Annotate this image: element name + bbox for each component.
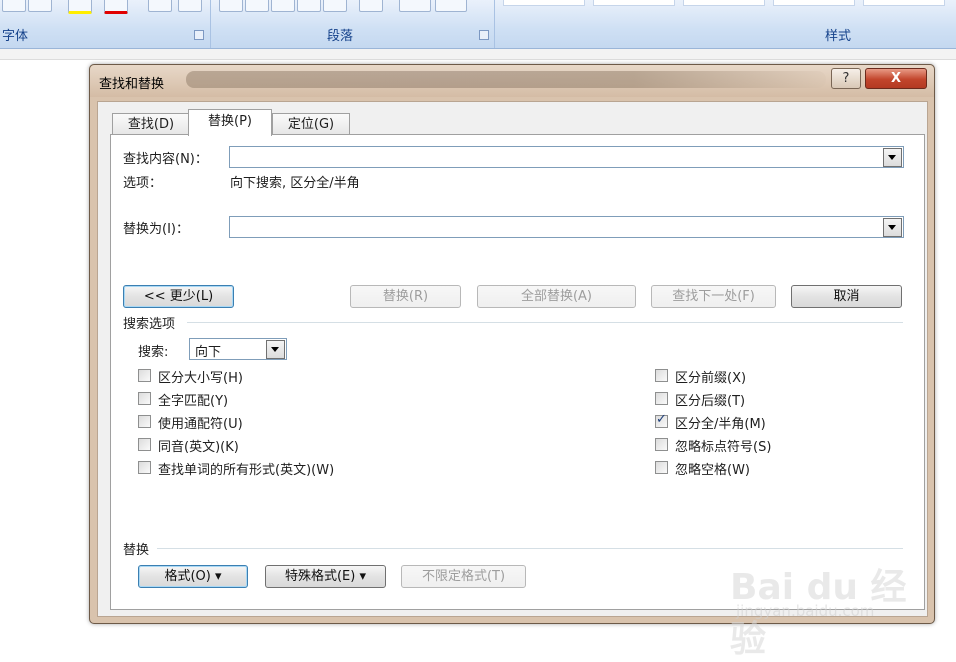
dialog-client-area: 查找(D) 替换(P) 定位(G) 查找内容(N)： 选项： 向下搜索, 区分全… <box>97 101 928 617</box>
ignore-punctuation-checkbox[interactable] <box>655 438 668 451</box>
sounds-like-label[interactable]: 同音(英文)(K) <box>158 436 239 455</box>
close-button[interactable]: X <box>865 68 927 89</box>
change-case-button[interactable] <box>28 0 52 12</box>
align-center-button[interactable] <box>245 0 269 12</box>
align-right-button[interactable] <box>271 0 295 12</box>
wildcards-checkbox[interactable] <box>138 415 151 428</box>
find-what-label: 查找内容(N)： <box>123 152 208 167</box>
paragraph-dialog-launcher-icon[interactable] <box>479 30 489 40</box>
style-gallery-item[interactable] <box>683 0 765 6</box>
style-gallery-item[interactable] <box>773 0 855 6</box>
search-direction-select[interactable]: 向下 <box>189 338 287 360</box>
ignore-space-checkbox[interactable] <box>655 461 668 474</box>
search-options-heading: 搜索选项 <box>123 317 176 332</box>
options-value: 向下搜索, 区分全/半角 <box>230 176 360 191</box>
search-options-divider <box>187 322 903 323</box>
wildcards-label[interactable]: 使用通配符(U) <box>158 413 243 432</box>
style-gallery-item[interactable] <box>593 0 675 6</box>
chevron-down-icon[interactable] <box>883 148 902 167</box>
ribbon-group-styles: 样式 <box>495 0 956 48</box>
whole-word-label[interactable]: 全字匹配(Y) <box>158 390 228 409</box>
find-what-combo[interactable] <box>229 146 904 168</box>
match-prefix-label[interactable]: 区分前缀(X) <box>675 367 746 386</box>
match-suffix-checkbox[interactable] <box>655 392 668 405</box>
ignore-punctuation-label[interactable]: 忽略标点符号(S) <box>675 436 771 455</box>
style-gallery-item[interactable] <box>503 0 585 6</box>
shading-button[interactable] <box>399 0 431 12</box>
chevron-down-icon[interactable] <box>266 340 285 359</box>
ignore-space-label[interactable]: 忽略空格(W) <box>675 459 750 478</box>
char-shading-button[interactable] <box>148 0 172 12</box>
match-prefix-checkbox[interactable] <box>655 369 668 382</box>
enclose-char-button[interactable] <box>178 0 202 12</box>
font-color-button[interactable] <box>104 0 128 14</box>
borders-button[interactable] <box>435 0 467 12</box>
help-button[interactable]: ? <box>831 68 861 89</box>
align-left-button[interactable] <box>219 0 243 12</box>
word-forms-checkbox[interactable] <box>138 461 151 474</box>
replace-with-combo[interactable] <box>229 216 904 238</box>
highlight-color-button[interactable] <box>68 0 92 14</box>
whole-word-checkbox[interactable] <box>138 392 151 405</box>
distribute-button[interactable] <box>323 0 347 12</box>
format-button[interactable]: 格式(O) ▾ <box>138 565 248 588</box>
search-direction-value: 向下 <box>195 345 222 360</box>
match-width-checkbox[interactable] <box>655 412 668 428</box>
replace-all-button[interactable]: 全部替换(A) <box>477 285 636 308</box>
chevron-down-icon[interactable] <box>883 218 902 237</box>
replace-with-label: 替换为(I)： <box>123 222 189 237</box>
match-suffix-label[interactable]: 区分后缀(T) <box>675 390 745 409</box>
ribbon-group-font: 字体 <box>0 0 211 48</box>
match-case-checkbox[interactable] <box>138 369 151 382</box>
find-next-button[interactable]: 查找下一处(F) <box>651 285 776 308</box>
cancel-button[interactable]: 取消 <box>791 285 902 308</box>
word-forms-label[interactable]: 查找单词的所有形式(英文)(W) <box>158 459 334 478</box>
style-gallery-item[interactable] <box>863 0 945 6</box>
find-replace-dialog: 查找和替换 ? X 查找(D) 替换(P) 定位(G) 查找内容(N)： 选项：… <box>89 64 935 624</box>
no-formatting-button[interactable]: 不限定格式(T) <box>401 565 526 588</box>
ribbon-group-styles-label: 样式 <box>825 29 852 44</box>
replace-tab-panel: 查找内容(N)： 选项： 向下搜索, 区分全/半角 替换为(I)： << 更少(… <box>110 134 925 610</box>
tab-replace[interactable]: 替换(P) <box>188 109 272 136</box>
match-width-label[interactable]: 区分全/半角(M) <box>675 413 766 432</box>
font-dialog-launcher-icon[interactable] <box>194 30 204 40</box>
ribbon-group-paragraph: 段落 <box>211 0 495 48</box>
justify-button[interactable] <box>297 0 321 12</box>
ribbon-group-font-label: 字体 <box>2 29 29 44</box>
tab-find[interactable]: 查找(D) <box>112 113 190 135</box>
tab-goto[interactable]: 定位(G) <box>272 113 350 135</box>
dialog-titlebar[interactable]: 查找和替换 ? X <box>90 65 934 97</box>
sounds-like-checkbox[interactable] <box>138 438 151 451</box>
less-button[interactable]: << 更少(L) <box>123 285 234 308</box>
search-direction-label: 搜索: <box>138 345 169 360</box>
dialog-title: 查找和替换 <box>99 77 165 92</box>
ribbon-group-paragraph-label: 段落 <box>327 29 354 44</box>
line-spacing-button[interactable] <box>359 0 383 12</box>
blurred-title-region <box>186 71 826 88</box>
document-ruler-edge <box>0 49 956 60</box>
ribbon: 字体 段落 样式 <box>0 0 956 49</box>
replace-button[interactable]: 替换(R) <box>350 285 461 308</box>
match-case-label[interactable]: 区分大小写(H) <box>158 367 243 386</box>
options-label: 选项： <box>123 176 163 191</box>
clear-format-button[interactable] <box>2 0 26 12</box>
special-format-button[interactable]: 特殊格式(E) ▾ <box>265 565 386 588</box>
replace-section-heading: 替换 <box>123 543 150 558</box>
replace-section-divider <box>157 548 903 549</box>
